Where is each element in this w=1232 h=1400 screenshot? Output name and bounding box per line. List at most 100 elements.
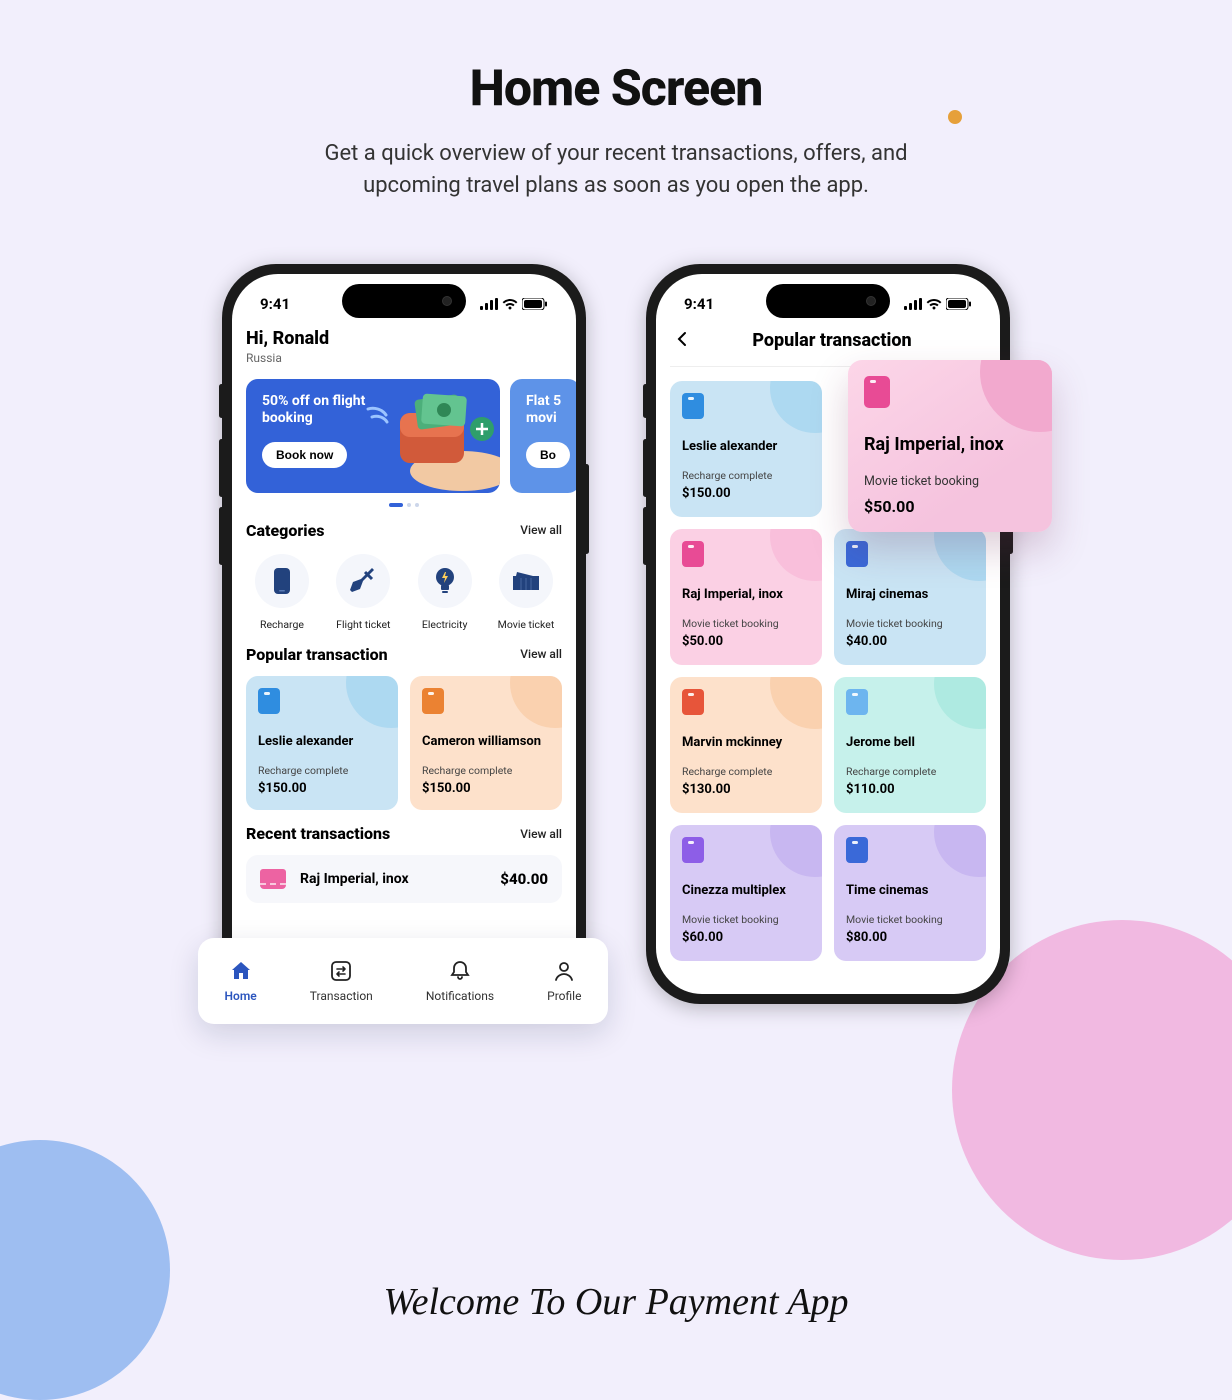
status-time: 9:41 — [684, 295, 714, 313]
home-icon — [229, 959, 253, 983]
greeting: Hi, Ronald — [246, 328, 562, 349]
transaction-amount: $60.00 — [682, 930, 810, 945]
device-icon — [682, 689, 704, 715]
transaction-amount: $50.00 — [682, 634, 810, 649]
transaction-card[interactable]: Leslie alexanderRecharge complete$150.00 — [670, 381, 822, 517]
page-subtitle: Get a quick overview of your recent tran… — [276, 138, 956, 202]
transaction-card-highlight[interactable]: Raj Imperial, inox Movie ticket booking … — [848, 360, 1052, 533]
transaction-amount: $150.00 — [422, 781, 550, 796]
plane-icon — [348, 566, 378, 596]
tab-label: Home — [225, 989, 257, 1003]
category-label: Electricity — [422, 618, 468, 631]
popular-view-all-link[interactable]: View all — [520, 647, 562, 661]
transaction-name: Miraj cinemas — [846, 587, 974, 603]
transaction-sub: Movie ticket booking — [682, 617, 810, 630]
tab-notifications[interactable]: Notifications — [426, 959, 494, 1003]
phone-home: 9:41 Hi, Ronald Russia 50% off on flight… — [222, 264, 586, 1004]
category-electricity[interactable]: Electricity — [409, 554, 481, 631]
transaction-sub: Recharge complete — [846, 765, 974, 778]
wallet-illustration — [354, 389, 500, 493]
tab-bar: Home Transaction Notifications Profile — [198, 938, 608, 1024]
transaction-name: Leslie alexander — [258, 734, 386, 750]
phone-icon — [271, 566, 293, 596]
transaction-name: Jerome bell — [846, 735, 974, 751]
transaction-card[interactable]: Cinezza multiplex Movie ticket booking $60… — [670, 825, 822, 961]
device-icon — [682, 393, 704, 419]
signal-icon — [904, 298, 922, 310]
transaction-name: Raj Imperial, inox — [682, 587, 810, 603]
book-now-button[interactable]: Book now — [262, 442, 347, 468]
promo-card-flight[interactable]: 50% off on flight booking Book now — [246, 379, 500, 493]
transaction-card[interactable]: Cameron williamson Recharge complete $15… — [410, 676, 562, 810]
transaction-amount: $110.00 — [846, 782, 974, 797]
battery-icon — [946, 298, 972, 310]
bell-icon — [448, 959, 472, 983]
promo-title: Flat 5 movi — [526, 393, 564, 428]
wifi-icon — [502, 298, 518, 310]
transaction-sub: Recharge complete — [422, 764, 550, 777]
transaction-card[interactable]: Jerome bell Recharge complete $110.00 — [834, 677, 986, 813]
transaction-name: Leslie alexander — [682, 439, 810, 455]
device-icon — [864, 376, 890, 408]
status-time: 9:41 — [260, 295, 290, 313]
recent-amount: $40.00 — [500, 870, 548, 888]
category-recharge[interactable]: Recharge — [246, 554, 318, 631]
transaction-name: Time cinemas — [846, 883, 974, 899]
categories-view-all-link[interactable]: View all — [520, 523, 562, 537]
popular-heading: Popular transaction — [246, 645, 388, 664]
transaction-amount: $40.00 — [846, 634, 974, 649]
status-icons — [480, 298, 548, 310]
transaction-name: Marvin mckinney — [682, 735, 810, 751]
transaction-card[interactable]: Time cinemasMovie ticket booking$80.00 — [834, 825, 986, 961]
page-title: Home Screen — [0, 0, 1232, 118]
transaction-sub: Movie ticket booking — [682, 913, 810, 926]
transaction-sub: Movie ticket booking — [846, 913, 974, 926]
transaction-name: Cinezza multiplex — [682, 883, 810, 899]
category-label: Flight ticket — [336, 618, 390, 631]
transaction-sub: Movie ticket booking — [846, 617, 974, 630]
bg-dot — [948, 110, 962, 124]
recent-heading: Recent transactions — [246, 824, 390, 843]
phone-popular: 9:41 Popular transaction Leslie alexande… — [646, 264, 1010, 1004]
recent-view-all-link[interactable]: View all — [520, 827, 562, 841]
tab-label: Profile — [547, 989, 581, 1003]
tab-home[interactable]: Home — [225, 959, 257, 1003]
device-icon — [682, 837, 704, 863]
tab-transaction[interactable]: Transaction — [310, 959, 373, 1003]
device-icon — [846, 541, 868, 567]
device-icon — [422, 688, 444, 714]
transaction-card[interactable]: Leslie alexander Recharge complete $150.… — [246, 676, 398, 810]
ticket-icon — [260, 869, 286, 889]
category-label: Movie ticket — [498, 618, 555, 631]
category-movie[interactable]: Movie ticket — [490, 554, 562, 631]
promo-card-movie[interactable]: Flat 5 movi Bo — [510, 379, 576, 493]
device-icon — [258, 688, 280, 714]
bulb-icon — [433, 566, 457, 596]
category-flight[interactable]: Flight ticket — [327, 554, 399, 631]
transaction-card[interactable]: Raj Imperial, inox Movie ticket booking $5… — [670, 529, 822, 665]
categories-heading: Categories — [246, 521, 325, 540]
profile-icon — [552, 959, 576, 983]
transaction-card[interactable]: Miraj cinemas Movie ticket booking $40.00 — [834, 529, 986, 665]
device-icon — [846, 689, 868, 715]
battery-icon — [522, 298, 548, 310]
screen-title: Popular transaction — [682, 330, 982, 351]
transaction-name: Raj Imperial, inox — [864, 434, 1036, 457]
device-icon — [682, 541, 704, 567]
bg-circle — [0, 1140, 170, 1400]
wifi-icon — [926, 298, 942, 310]
transaction-amount: $150.00 — [258, 781, 386, 796]
transaction-amount: $50.00 — [864, 497, 1036, 516]
transaction-sub: Recharge complete — [258, 764, 386, 777]
transaction-sub: Movie ticket booking — [864, 474, 1036, 489]
tab-label: Transaction — [310, 989, 373, 1003]
transaction-amount: $130.00 — [682, 782, 810, 797]
footer-title: Welcome To Our Payment App — [0, 1280, 1232, 1324]
book-now-button[interactable]: Bo — [526, 442, 570, 468]
tab-profile[interactable]: Profile — [547, 959, 581, 1003]
category-label: Recharge — [260, 618, 304, 631]
transaction-sub: Recharge complete — [682, 765, 810, 778]
ticket-icon — [511, 568, 541, 594]
transaction-card[interactable]: Marvin mckinney Recharge complete $130.00 — [670, 677, 822, 813]
recent-transaction-row[interactable]: Raj Imperial, inox $40.00 — [246, 855, 562, 903]
